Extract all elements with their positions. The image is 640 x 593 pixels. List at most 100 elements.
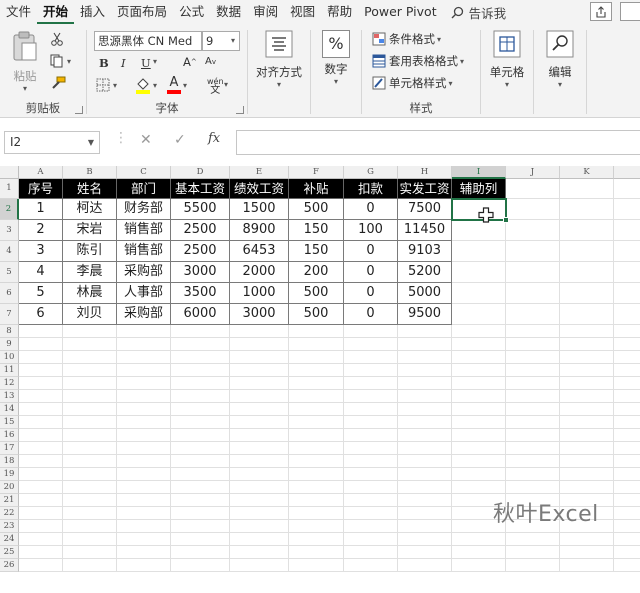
clipboard-launcher-icon[interactable] [75,106,83,114]
column-header-g[interactable]: G [344,166,398,179]
row-header-24[interactable]: 24 [0,533,19,546]
cell[interactable] [289,468,344,481]
cell[interactable] [289,559,344,572]
cell[interactable] [19,390,63,403]
cell[interactable] [117,468,171,481]
table-cell[interactable]: 销售部 [117,241,171,262]
font-size-box[interactable]: 9 ▾ [202,31,240,51]
cell[interactable] [398,390,452,403]
cell[interactable] [230,403,289,416]
cell[interactable] [289,533,344,546]
cell[interactable] [63,403,117,416]
cell[interactable] [63,494,117,507]
cell[interactable] [19,338,63,351]
cell[interactable] [117,455,171,468]
table-cell[interactable]: 销售部 [117,220,171,241]
cell[interactable] [19,325,63,338]
cell[interactable] [230,364,289,377]
cell[interactable] [398,403,452,416]
cell[interactable] [560,546,614,559]
cell[interactable] [117,325,171,338]
table-cell[interactable]: 9103 [398,241,452,262]
cell[interactable] [506,364,560,377]
cell[interactable] [63,455,117,468]
cell[interactable] [614,220,640,241]
grow-font-button[interactable]: A ^ [183,55,197,69]
cell[interactable] [506,442,560,455]
cell[interactable] [117,442,171,455]
cell[interactable] [19,546,63,559]
cell[interactable] [171,559,230,572]
cell[interactable] [614,390,640,403]
row-header-20[interactable]: 20 [0,481,19,494]
cell[interactable] [506,390,560,403]
cell[interactable] [63,520,117,533]
cell[interactable] [117,520,171,533]
row-header-9[interactable]: 9 [0,338,19,351]
table-cell[interactable]: 100 [344,220,398,241]
cell[interactable] [398,416,452,429]
cell[interactable] [614,325,640,338]
cell[interactable] [63,325,117,338]
cell[interactable] [19,364,63,377]
tab-review[interactable]: 审阅 [247,0,284,24]
cell-styles-button[interactable]: 单元格样式 ▾ [372,75,453,91]
column-header-h[interactable]: H [398,166,452,179]
cell[interactable] [117,533,171,546]
cell[interactable] [63,533,117,546]
cell[interactable] [398,377,452,390]
cell[interactable] [117,390,171,403]
table-cell[interactable]: 0 [344,262,398,283]
table-cell[interactable]: 刘贝 [63,304,117,325]
cell[interactable] [344,390,398,403]
table-cell[interactable]: 宋岩 [63,220,117,241]
cell[interactable] [171,325,230,338]
cell[interactable] [506,559,560,572]
cell[interactable] [398,546,452,559]
cell[interactable] [614,351,640,364]
column-header-f[interactable]: F [289,166,344,179]
row-header-17[interactable]: 17 [0,442,19,455]
cell[interactable] [398,520,452,533]
cell[interactable] [398,429,452,442]
row-header-1[interactable]: 1 [0,179,19,199]
cell[interactable] [19,403,63,416]
table-cell[interactable]: 3000 [230,304,289,325]
table-cell[interactable]: 3500 [171,283,230,304]
cell[interactable] [344,377,398,390]
cell[interactable] [230,442,289,455]
cell[interactable] [171,520,230,533]
column-header-k[interactable]: K [560,166,614,179]
cell[interactable] [398,533,452,546]
cell[interactable] [452,351,506,364]
cell[interactable] [289,520,344,533]
cell[interactable] [230,416,289,429]
formula-input[interactable] [236,130,640,155]
table-header-cell[interactable]: 姓名 [63,179,117,199]
table-cell[interactable]: 2500 [171,241,230,262]
column-header-b[interactable]: B [63,166,117,179]
row-header-5[interactable]: 5 [0,262,19,283]
row-header-19[interactable]: 19 [0,468,19,481]
tab-view[interactable]: 视图 [284,0,321,24]
cell[interactable] [452,559,506,572]
cell[interactable] [171,377,230,390]
cell[interactable] [398,442,452,455]
underline-dropdown-icon[interactable]: ▾ [153,57,157,66]
tab-formulas[interactable]: 公式 [173,0,210,24]
cell[interactable] [452,325,506,338]
row-header-23[interactable]: 23 [0,520,19,533]
cell[interactable] [230,507,289,520]
cell[interactable] [560,262,614,283]
paste-button[interactable]: 粘贴 ▾ [8,30,42,93]
row-header-25[interactable]: 25 [0,546,19,559]
cell[interactable] [452,390,506,403]
cell[interactable] [230,377,289,390]
cell[interactable] [452,338,506,351]
table-header-cell[interactable]: 扣款 [344,179,398,199]
cell[interactable] [560,241,614,262]
cell[interactable] [63,559,117,572]
cell[interactable] [230,455,289,468]
cell[interactable] [117,481,171,494]
cell[interactable] [614,283,640,304]
